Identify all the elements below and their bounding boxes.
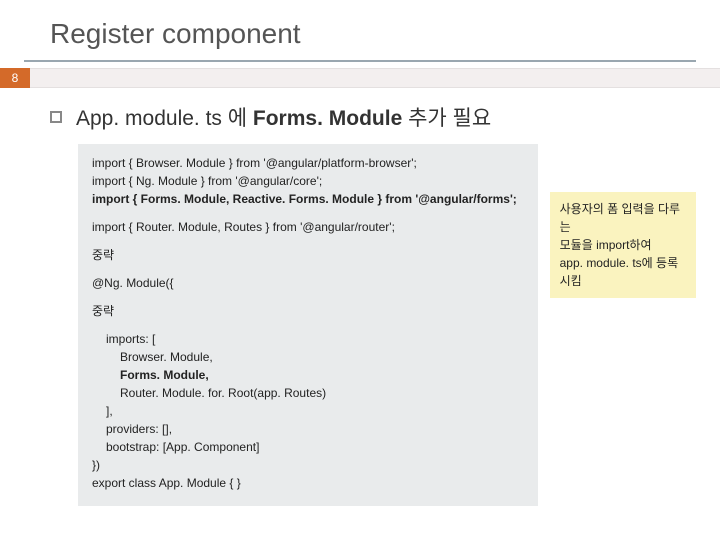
code-line: import { Ng. Module } from '@angular/cor…: [92, 172, 524, 190]
note-line: 모듈을 import하여: [560, 236, 686, 254]
page-number: 8: [0, 68, 30, 88]
code-line-bold: import { Forms. Module, Reactive. Forms.…: [92, 190, 524, 208]
code-line: 중략: [92, 246, 524, 264]
page-bar-fill: [30, 68, 720, 88]
note-line: 사용자의 폼 입력을 다루는: [560, 200, 686, 236]
title-underline: [24, 60, 696, 62]
subtitle: App. module. ts 에 Forms. Module 추가 필요: [76, 102, 491, 132]
code-line: Browser. Module,: [92, 348, 524, 366]
body: App. module. ts 에 Forms. Module 추가 필요 im…: [0, 88, 720, 506]
code-line: export class App. Module { }: [92, 474, 524, 492]
code-line: 중략: [92, 302, 524, 320]
bullet-square-icon: [50, 111, 62, 123]
slide: Register component 8 App. module. ts 에 F…: [0, 0, 720, 540]
subtitle-bold: Forms. Module: [253, 107, 402, 130]
code-line: }): [92, 456, 524, 474]
bullet-row: App. module. ts 에 Forms. Module 추가 필요: [50, 102, 696, 132]
page-title: Register component: [0, 0, 720, 60]
code-and-note: import { Browser. Module } from '@angula…: [78, 144, 696, 506]
subtitle-suffix: 추가 필요: [402, 107, 491, 130]
note-callout: 사용자의 폼 입력을 다루는 모듈을 import하여 app. module.…: [550, 192, 696, 298]
page-bar: 8: [0, 68, 720, 88]
code-line-bold: Forms. Module,: [92, 366, 524, 384]
code-line: import { Browser. Module } from '@angula…: [92, 154, 524, 172]
code-block: import { Browser. Module } from '@angula…: [78, 144, 538, 506]
code-line: providers: [],: [92, 420, 524, 438]
code-line: imports: [: [92, 330, 524, 348]
code-line: import { Router. Module, Routes } from '…: [92, 218, 524, 236]
code-line: ],: [92, 402, 524, 420]
code-line: Router. Module. for. Root(app. Routes): [92, 384, 524, 402]
code-line: @Ng. Module({: [92, 274, 524, 292]
subtitle-prefix: App. module. ts 에: [76, 107, 253, 130]
code-line: bootstrap: [App. Component]: [92, 438, 524, 456]
note-line: app. module. ts에 등록시킴: [560, 254, 686, 290]
